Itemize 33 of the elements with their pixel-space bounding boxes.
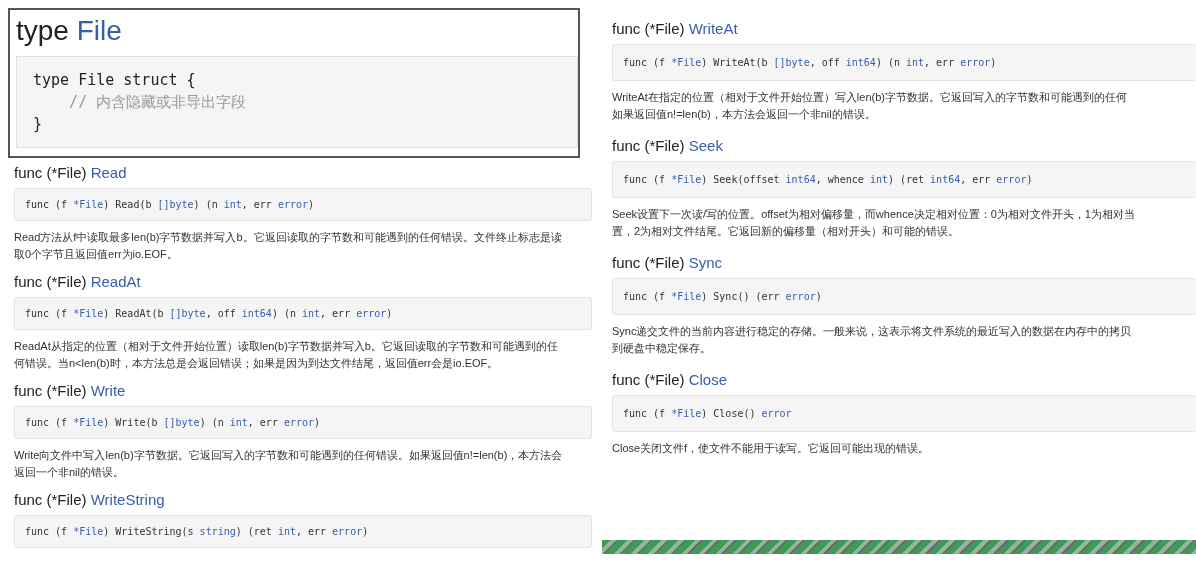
code-block: func (f *File) ReadAt(b []byte, off int64) (n int, err error) — [14, 297, 592, 330]
description-text: ReadAt从指定的位置（相对于文件开始位置）读取len(b)字节数据并写入b。它返回读取的字节数和可能遇到的任 — [14, 339, 558, 354]
description-text: Read方法从f中读取最多len(b)字节数据并写入b。它返回读取的字节数和可能遇到的任何错误。文件终止标志是读 — [14, 230, 562, 245]
description-text: Sync递交文件的当前内容进行稳定的存储。一般来说，这表示将文件系统的最近写入的数据在内存中的拷贝 — [612, 324, 1132, 339]
code-block: func (f *File) Close() error — [612, 395, 1196, 432]
description-text: Write向文件中写入len(b)字节数据。它返回写入的字节数和可能遇到的任何错误。如果返回值n!=len(b)，本方法会 — [14, 448, 563, 463]
code-block: func (f *File) Read(b []byte) (n int, err error) — [14, 188, 592, 221]
code-block: func (f *File) WriteString(s string) (ret int, err error) — [14, 515, 592, 548]
method-heading: func (*File) Read — [14, 164, 128, 182]
method-heading: func (*File) Seek — [612, 137, 724, 155]
method-heading: func (*File) WriteAt — [612, 20, 739, 38]
type-heading: type File — [16, 14, 123, 48]
method-heading: func (*File) WriteString — [14, 491, 166, 509]
description-text: 返回一个非nil的错误。 — [14, 465, 124, 480]
description-text: 取0个字节且返回值err为io.EOF。 — [14, 247, 178, 262]
description-text: Close关闭文件f，使文件不能用于读写。它返回可能出现的错误。 — [612, 441, 930, 456]
code-block: func (f *File) Seek(offset int64, whence int) (ret int64, err error) — [612, 161, 1196, 198]
method-heading: func (*File) Close — [612, 371, 729, 389]
code-comment: // 内含隐藏或非导出字段 — [68, 92, 248, 113]
code-block: func (f *File) Sync() (err error) — [612, 278, 1196, 315]
code-block: func (f *File) WriteAt(b []byte, off int64) (n int, err error) — [612, 44, 1196, 81]
code-block: func (f *File) Write(b []byte) (n int, err error) — [14, 406, 592, 439]
description-text: Seek设置下一次读/写的位置。offset为相对偏移量，而whence决定相对位置：0为相对文件开头，1为相对当 — [612, 207, 1135, 222]
code-line: type File struct { — [33, 70, 197, 91]
description-text: WriteAt在指定的位置（相对于文件开始位置）写入len(b)字节数据。它返回写入的字节数和可能遇到的任何 — [612, 90, 1127, 105]
method-heading: func (*File) Write — [14, 382, 127, 400]
description-text: 何错误。当n<len(b)时，本方法总是会返回错误；如果是因为到达文件结尾，返回值err会是io.EOF。 — [14, 356, 499, 371]
method-heading: func (*File) ReadAt — [14, 273, 142, 291]
method-heading: func (*File) Sync — [612, 254, 724, 272]
code-line: } — [33, 114, 44, 135]
description-text: 到硬盘中稳定保存。 — [612, 341, 711, 356]
description-text: 置，2为相对文件结尾。它返回新的偏移量（相对开头）和可能的错误。 — [612, 224, 960, 239]
description-text: 如果返回值n!=len(b)，本方法会返回一个非nil的错误。 — [612, 107, 876, 122]
